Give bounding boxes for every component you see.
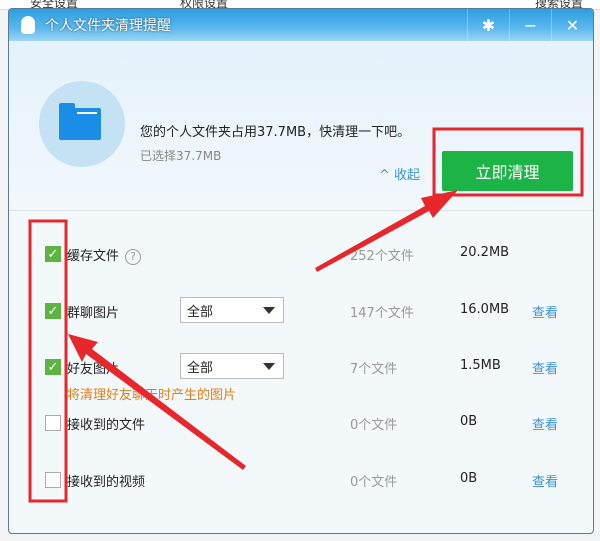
arrow-to-clean-icon bbox=[315, 190, 458, 272]
highlight-box-checkboxes bbox=[28, 219, 68, 503]
annotation-overlay bbox=[28, 127, 584, 503]
arrow-to-checkboxes-icon bbox=[68, 334, 246, 470]
highlight-box-clean bbox=[432, 127, 584, 197]
